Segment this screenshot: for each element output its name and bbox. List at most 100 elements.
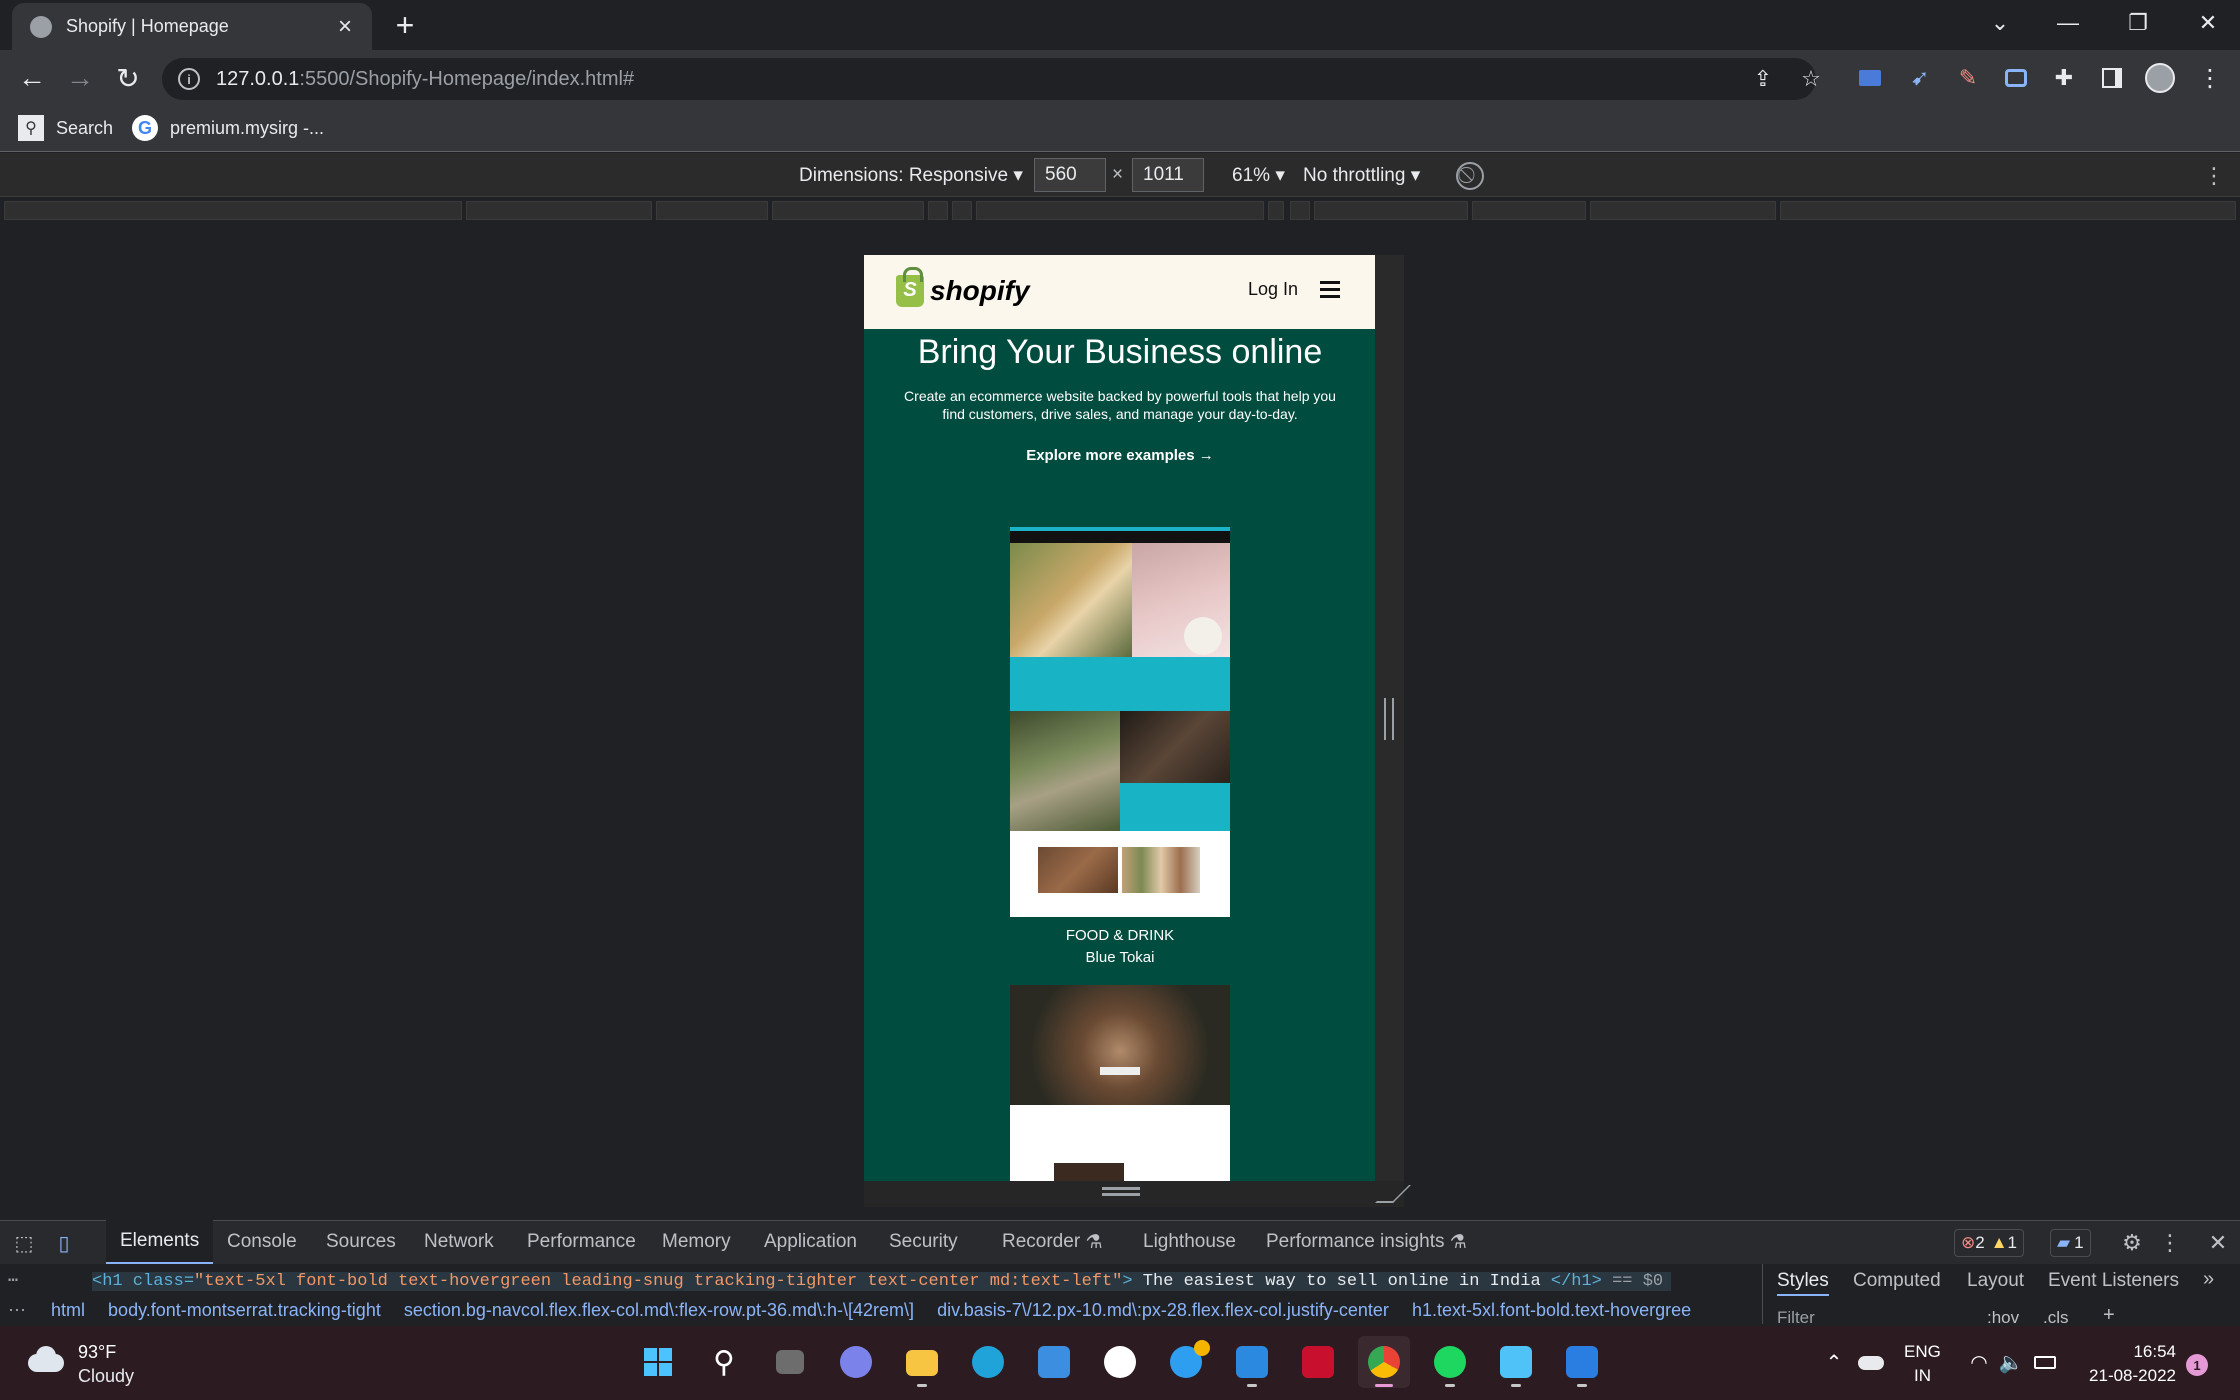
close-window-button[interactable]: ✕ [2188, 6, 2228, 40]
tab-application[interactable]: Application [764, 1220, 857, 1264]
side-tab-event-listeners[interactable]: Event Listeners [2048, 1270, 2179, 1292]
side-tab-computed[interactable]: Computed [1853, 1270, 1941, 1292]
height-input[interactable] [1132, 158, 1204, 192]
rotate-icon[interactable]: ⃠ [1456, 162, 1484, 190]
tab-sources[interactable]: Sources [326, 1220, 396, 1264]
bookmark-star-icon[interactable]: ☆ [1796, 64, 1826, 94]
side-panel-icon[interactable] [2096, 62, 2128, 94]
dimensions-dropdown[interactable]: Dimensions: Responsive ▾ [799, 164, 1023, 187]
cls-toggle[interactable]: .cls [2043, 1308, 2069, 1328]
breadcrumb-item[interactable]: html [51, 1300, 85, 1320]
clock-time[interactable]: 16:54 [2096, 1342, 2176, 1362]
tab-search-icon[interactable]: ⌄ [1980, 6, 2020, 40]
breadcrumb-item[interactable]: section.bg-navcol.flex.flex-col.md\:flex… [404, 1300, 914, 1320]
settings-gear-icon[interactable]: ⚙ [2118, 1229, 2146, 1257]
task-view-icon[interactable] [764, 1336, 816, 1388]
help-icon[interactable] [1160, 1336, 1212, 1388]
extension-screens-icon[interactable] [1854, 62, 1886, 94]
share-icon[interactable]: ⇪ [1748, 64, 1778, 94]
vscode-icon[interactable] [1226, 1336, 1278, 1388]
wifi-icon[interactable]: ◠ [1966, 1350, 1992, 1374]
tab-recorder[interactable]: Recorder ⚗ [1002, 1220, 1102, 1264]
tab-elements[interactable]: Elements [106, 1220, 214, 1264]
language-label[interactable]: ENG [1904, 1342, 1941, 1362]
device-toolbar-menu-icon[interactable]: ⋮ [2203, 162, 2225, 190]
close-devtools-icon[interactable]: ✕ [2206, 1229, 2230, 1257]
resize-handle-bottom[interactable] [864, 1181, 1411, 1207]
zoom-dropdown[interactable]: 61% ▾ [1232, 164, 1285, 187]
extension-camera-icon[interactable] [2000, 62, 2032, 94]
forward-button[interactable]: → [62, 60, 98, 96]
side-tab-layout[interactable]: Layout [1967, 1270, 2024, 1292]
device-mode-icon[interactable]: ▯ [50, 1229, 78, 1257]
weather-temp[interactable]: 93°F [78, 1342, 116, 1363]
back-button[interactable]: ← [14, 60, 50, 96]
browser-menu-icon[interactable]: ⋮ [2194, 62, 2226, 94]
weather-desc[interactable]: Cloudy [78, 1366, 134, 1387]
explore-examples-link[interactable]: Explore more examples → [864, 447, 1376, 464]
example-store-screenshot-2[interactable] [1010, 985, 1230, 1181]
minimize-button[interactable]: — [2048, 6, 2088, 40]
messages-counter[interactable]: ▰ 1 [2050, 1229, 2091, 1257]
breadcrumb-more[interactable]: ⋯ [8, 1300, 31, 1320]
restore-button[interactable]: ❐ [2118, 6, 2158, 40]
hov-toggle[interactable]: :hov [1987, 1308, 2019, 1328]
chrome-icon[interactable] [1358, 1336, 1410, 1388]
breadcrumb-item[interactable]: div.basis-7\/12.px-10.md\:px-28.flex.fle… [937, 1300, 1389, 1320]
address-bar[interactable]: i 127.0.0.1:5500/Shopify-Homepage/index.… [162, 58, 1816, 100]
breadcrumb-item[interactable]: body.font-montserrat.tracking-tight [108, 1300, 381, 1320]
side-tab-styles[interactable]: Styles [1777, 1270, 1829, 1296]
onedrive-icon[interactable] [1858, 1356, 1884, 1370]
issues-counter[interactable]: ⊗ 2 ▲ 1 [1954, 1229, 2025, 1257]
example-name[interactable]: Blue Tokai [864, 949, 1376, 966]
hamburger-menu-icon[interactable] [1320, 281, 1340, 299]
shopify-logo[interactable]: shopify [930, 275, 1030, 307]
region-label[interactable]: IN [1914, 1366, 1931, 1386]
new-tab-button[interactable]: + [390, 7, 420, 43]
site-info-icon[interactable]: i [178, 68, 200, 90]
resize-handle-horizontal[interactable] [1384, 698, 1394, 740]
login-link[interactable]: Log In [1248, 279, 1298, 300]
more-ellipsis[interactable]: ⋯ [8, 1270, 18, 1291]
profile-avatar[interactable] [2144, 62, 2176, 94]
start-button[interactable] [632, 1336, 684, 1388]
teams-chat-icon[interactable] [830, 1336, 882, 1388]
clock-date[interactable]: 21-08-2022 [2080, 1366, 2176, 1386]
width-input[interactable] [1034, 158, 1106, 192]
speaker-icon[interactable]: 🔈 [1998, 1350, 2024, 1374]
microsoft-store-icon[interactable] [1028, 1336, 1080, 1388]
cloud-weather-icon[interactable] [24, 1344, 68, 1374]
search-icon[interactable]: ⚲ [698, 1336, 750, 1388]
tab-performance-insights[interactable]: Performance insights ⚗ [1266, 1220, 1467, 1264]
inspect-element-icon[interactable]: ⬚ [10, 1229, 38, 1257]
browser-tab[interactable]: Shopify | Homepage × [12, 3, 372, 50]
spotify-icon[interactable] [1424, 1336, 1476, 1388]
devtools-menu-icon[interactable]: ⋮ [2159, 1229, 2181, 1257]
extensions-puzzle-icon[interactable]: ✚ [2048, 62, 2080, 94]
new-rule-icon[interactable]: + [2103, 1304, 2115, 1327]
close-tab-icon[interactable]: × [332, 13, 358, 40]
notification-badge[interactable]: 1 [2186, 1354, 2208, 1376]
chevron-up-icon[interactable]: ⌃ [1822, 1350, 1846, 1374]
example-store-screenshot[interactable] [1010, 527, 1230, 917]
bookmark-search[interactable]: ⚲ Search [18, 110, 113, 146]
styles-filter-input[interactable]: Filter [1777, 1308, 1815, 1328]
media-query-bar[interactable] [0, 198, 2240, 224]
tab-network[interactable]: Network [424, 1220, 494, 1264]
tab-performance[interactable]: Performance [527, 1220, 636, 1264]
file-explorer-icon[interactable] [896, 1336, 948, 1388]
tab-lighthouse[interactable]: Lighthouse [1143, 1220, 1236, 1264]
reload-button[interactable]: ↻ [110, 60, 146, 96]
breadcrumb-item[interactable]: h1.text-5xl.font-bold.text-hovergree [1412, 1300, 1691, 1320]
selected-node-line[interactable]: <h1 class="text-5xl font-bold text-hover… [92, 1272, 1672, 1291]
battery-icon[interactable] [2034, 1356, 2056, 1369]
tab-console[interactable]: Console [227, 1220, 297, 1264]
github-icon[interactable] [1094, 1336, 1146, 1388]
tab-security[interactable]: Security [889, 1220, 958, 1264]
photos-icon[interactable] [1556, 1336, 1608, 1388]
edge-icon[interactable] [962, 1336, 1014, 1388]
mcafee-icon[interactable] [1292, 1336, 1344, 1388]
extension-pen-icon[interactable]: ✎ [1952, 62, 1984, 94]
throttling-dropdown[interactable]: No throttling ▾ [1303, 164, 1420, 187]
shopify-bag-icon[interactable]: S [896, 267, 924, 307]
